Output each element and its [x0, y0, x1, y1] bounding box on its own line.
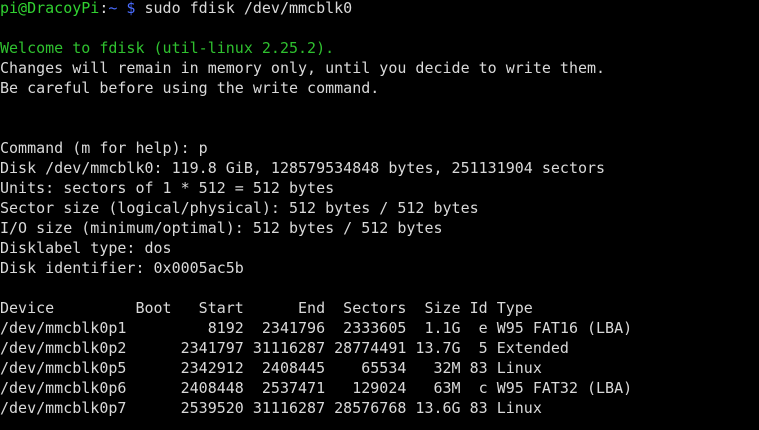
fdisk-command-line: Command (m for help): p [0, 139, 208, 157]
prompt-command: sudo fdisk /dev/mmcblk0 [135, 0, 353, 17]
disk-info-line: Sector size (logical/physical): 512 byte… [0, 199, 479, 217]
disk-info-line: Disklabel type: dos [0, 239, 172, 257]
partition-row: /dev/mmcblk0p2 2341797 31116287 28774491… [0, 339, 569, 357]
changes-message: Changes will remain in memory only, unti… [0, 59, 606, 77]
shell-prompt-line: pi@DracoyPi:~ $ sudo fdisk /dev/mmcblk0 [0, 0, 759, 18]
careful-message: Be careful before using the write comman… [0, 79, 380, 97]
terminal-window[interactable]: pi@DracoyPi:~ $ sudo fdisk /dev/mmcblk0 … [0, 0, 759, 430]
partition-row: /dev/mmcblk0p1 8192 2341796 2333605 1.1G… [0, 319, 633, 337]
partition-table-header: Device Boot Start End Sectors Size Id Ty… [0, 299, 533, 317]
disk-info-line: Units: sectors of 1 * 512 = 512 bytes [0, 179, 335, 197]
partition-row: /dev/mmcblk0p5 2342912 2408445 65534 32M… [0, 359, 542, 377]
disk-info-line: I/O size (minimum/optimal): 512 bytes / … [0, 219, 443, 237]
partition-row: /dev/mmcblk0p7 2539520 31116287 28576768… [0, 399, 542, 417]
prompt-path: ~ $ [108, 0, 136, 17]
welcome-message: Welcome to fdisk (util-linux 2.25.2). [0, 39, 335, 57]
partition-row: /dev/mmcblk0p6 2408448 2537471 129024 63… [0, 379, 633, 397]
prompt-user-host: pi@DracoyPi [0, 0, 100, 17]
disk-info-line: Disk /dev/mmcblk0: 119.8 GiB, 1285795348… [0, 159, 606, 177]
disk-info-line: Disk identifier: 0x0005ac5b [0, 259, 244, 277]
